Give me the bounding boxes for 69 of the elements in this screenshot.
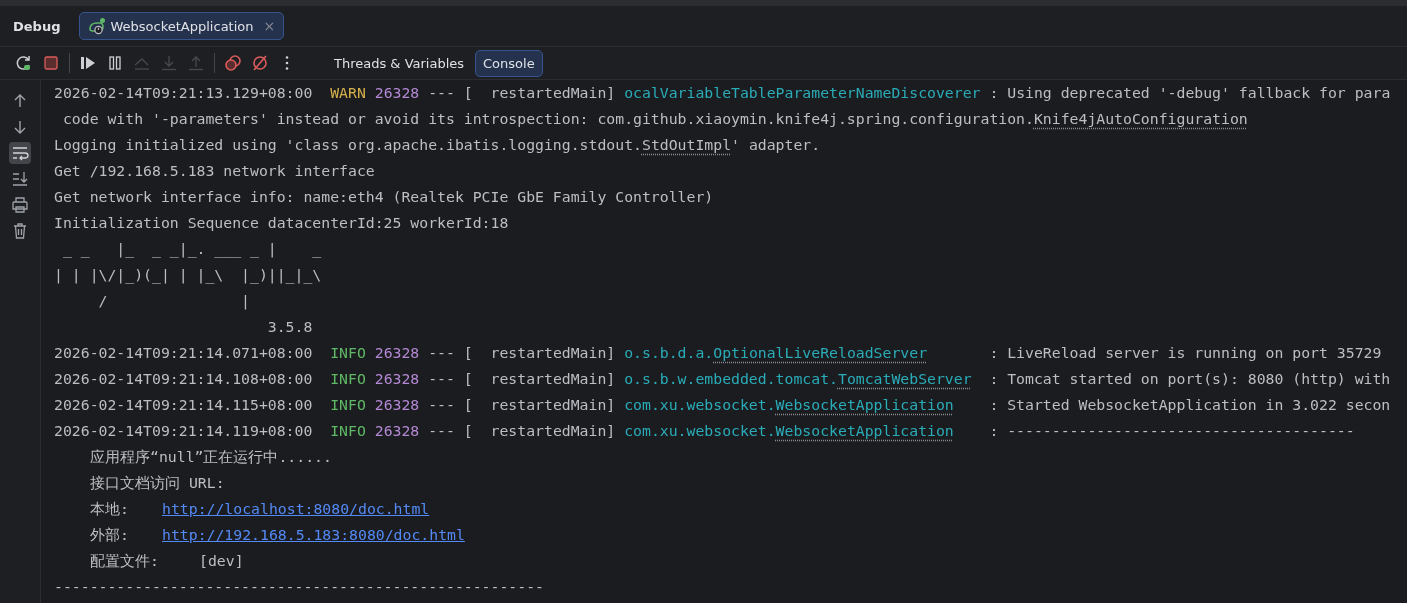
log-message: : Using deprecated '-debug' fallback for para: [989, 83, 1391, 103]
class-link[interactable]: TomcatWebServer: [837, 366, 972, 392]
close-button[interactable]: ×: [263, 18, 276, 34]
soft-wrap-icon[interactable]: [9, 142, 31, 164]
class-link[interactable]: StdOutImpl: [641, 132, 732, 158]
log-timestamp: 2026-02-14T09:21:14.071+08:00: [54, 343, 313, 363]
log-level: INFO: [330, 343, 366, 363]
thread-name: --- [ restartedMain]: [428, 343, 616, 363]
class-link[interactable]: OptionalLiveReloadServer: [713, 340, 928, 366]
process-id: 26328: [374, 395, 420, 415]
process-id: 26328: [374, 343, 420, 363]
stop-icon[interactable]: [42, 54, 60, 72]
panel-title: Debug: [13, 18, 61, 34]
process-id: 26328: [374, 421, 420, 441]
log-level: WARN: [330, 83, 366, 103]
setting-label: 配置文件:: [90, 551, 160, 571]
log-text: Logging initialized using 'class org.apache.ibatis.logging.stdout.: [54, 135, 642, 155]
log-text: Get network interface info: name:eth4 (Realtek PCIe GbE Family Controller): [54, 187, 714, 207]
log-text: ' adapter.: [731, 135, 821, 155]
url-label: 本地:: [90, 499, 130, 519]
log-message: : Tomcat started on port(s): 8080 (http) with: [989, 369, 1391, 389]
logger-name: com.xu.websocket.: [624, 395, 776, 415]
log-timestamp: 2026-02-14T09:21:13.129+08:00: [54, 83, 313, 103]
log-message: : LiveReload server is running on port 35729: [989, 343, 1382, 363]
spring-app-icon: [88, 17, 107, 35]
log-message: : ---------------------------------------: [989, 421, 1355, 441]
log-timestamp: 2026-02-14T09:21:14.119+08:00: [54, 421, 313, 441]
class-link[interactable]: Knife4jAutoConfiguration: [1033, 106, 1248, 132]
process-id: 26328: [374, 369, 420, 389]
url-label: 外部:: [90, 525, 130, 545]
url-link[interactable]: http://localhost:8080/doc.html: [162, 496, 430, 522]
log-text: 应用程序“null”正在运行中......: [90, 447, 332, 467]
rerun-icon[interactable]: [15, 54, 33, 72]
log-level: INFO: [330, 369, 366, 389]
log-level: INFO: [330, 421, 366, 441]
logger-name: o.s.b.d.a.: [624, 343, 714, 363]
setting-value: [dev]: [199, 551, 244, 571]
log-timestamp: 2026-02-14T09:21:14.108+08:00: [54, 369, 313, 389]
logger-name: com.xu.websocket.: [624, 421, 776, 441]
banner-text: _ _ |_ _ _|_. ___ _ | _: [61, 239, 322, 260]
thread-name: --- [ restartedMain]: [428, 395, 616, 415]
log-level: INFO: [330, 395, 366, 415]
view-tab[interactable]: Console: [475, 49, 543, 77]
banner-text: / |: [97, 291, 250, 312]
logger-name: ocalVariableTableParameterNameDiscoverer: [624, 83, 981, 103]
separator-text: -------------------------------------------------------: [54, 577, 544, 597]
breakpoints-icon[interactable]: [224, 54, 242, 72]
process-id: 26328: [374, 83, 420, 103]
log-text: Get /192.168.5.183 network interface: [54, 161, 375, 181]
thread-name: --- [ restartedMain]: [428, 369, 616, 389]
pause-icon[interactable]: [106, 54, 124, 72]
log-text: Initialization Sequence datacenterId:25 workerId:18: [54, 213, 509, 233]
log-text: 接口文档访问 URL:: [90, 473, 225, 493]
mute-breakpoints-icon[interactable]: [251, 54, 269, 72]
thread-name: --- [ restartedMain]: [428, 83, 616, 103]
url-link[interactable]: http://192.168.5.183:8080/doc.html: [162, 522, 465, 548]
printer-icon[interactable]: [9, 194, 31, 216]
resume-icon[interactable]: [79, 54, 97, 72]
class-link[interactable]: WebsocketApplication: [775, 418, 954, 444]
thread-name: --- [ restartedMain]: [428, 421, 616, 441]
view-tab[interactable]: Threads & Variables: [326, 49, 473, 77]
log-text: code with '-parameters' instead or avoid its introspection: com.github.xiaoymin.knife4j.spring.configuration.: [61, 109, 1034, 129]
banner-text: | | |\/|_)(_| | |_\ |_)||_|_\: [54, 265, 322, 286]
log-message: : Started WebsocketApplication in 3.022 secon: [989, 395, 1391, 415]
class-link[interactable]: WebsocketApplication: [775, 392, 954, 418]
banner-text: 3.5.8: [266, 317, 313, 337]
session-tab[interactable]: WebsocketApplication ×: [79, 12, 285, 40]
logger-name: o.s.b.w.embedded.tomcat.: [624, 369, 838, 389]
log-timestamp: 2026-02-14T09:21:14.115+08:00: [54, 395, 313, 415]
